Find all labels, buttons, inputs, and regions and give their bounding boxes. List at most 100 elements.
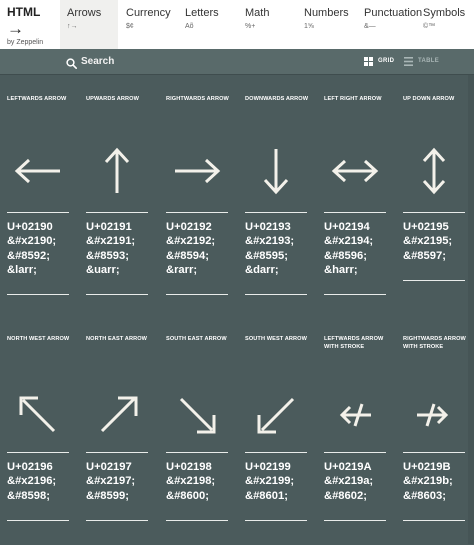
divider — [324, 294, 386, 295]
character-name: UPWARDS ARROW — [86, 96, 139, 102]
divider — [245, 294, 307, 295]
character-card[interactable]: DOWNWARDS ARROW U+02193 &#x2193; &#8595;… — [245, 95, 308, 305]
nav-currency[interactable]: Currency $¢ — [119, 0, 177, 49]
divider — [7, 212, 69, 213]
named-entity: &rarr; — [166, 263, 198, 276]
character-name: RIGHTWARDS ARROW WITH STROKE — [403, 336, 466, 350]
unicode-code: U+0219B — [403, 461, 451, 473]
unicode-code: U+02191 — [86, 221, 132, 233]
hex-entity: &#x2198; — [166, 475, 216, 488]
named-entity: &harr; — [324, 263, 358, 276]
hex-entity: &#x2194; — [324, 235, 374, 248]
character-name: LEFTWARDS ARROW — [7, 96, 67, 102]
nav-letters[interactable]: Letters Aõ — [178, 0, 236, 49]
character-card[interactable]: NORTH EAST ARROW U+02197 &#x2197; &#8599… — [86, 335, 148, 545]
rightwards-arrow-with-stroke-icon — [403, 385, 465, 437]
divider — [86, 212, 148, 213]
unicode-code: U+02198 — [166, 461, 212, 473]
decimal-entity: &#8592; — [7, 249, 50, 262]
character-card[interactable]: SOUTH EAST ARROW U+02198 &#x2198; &#8600… — [166, 335, 228, 545]
character-name: UP DOWN ARROW — [403, 96, 455, 102]
rightwards-arrow-icon — [166, 145, 228, 197]
decimal-entity: &#8597; — [403, 249, 446, 262]
nav-symbols[interactable]: Symbols ©™ — [416, 0, 474, 49]
upwards-arrow-icon — [86, 145, 148, 197]
grid-view-button[interactable]: GRID — [364, 57, 394, 75]
nav-sample: $¢ — [126, 23, 134, 30]
character-card[interactable]: NORTH WEST ARROW U+02196 &#x2196; &#8598… — [7, 335, 69, 545]
hex-entity: &#x2190; — [7, 235, 57, 248]
nav-label: Arrows — [67, 7, 102, 19]
divider — [7, 452, 69, 453]
unicode-code: U+02196 — [7, 461, 53, 473]
up-down-arrow-icon — [403, 145, 465, 197]
character-name: DOWNWARDS ARROW — [245, 96, 309, 102]
unicode-code: U+02192 — [166, 221, 212, 233]
divider — [324, 212, 386, 213]
character-card[interactable]: UPWARDS ARROW U+02191 &#x2191; &#8593; &… — [86, 95, 148, 305]
nav-sample: ↑→ — [67, 23, 78, 30]
character-name: LEFTWARDS ARROW WITH STROKE — [324, 336, 384, 350]
nav-label: Punctuation — [364, 7, 423, 19]
table-view-button[interactable]: TABLE — [404, 57, 439, 75]
unicode-code: U+02193 — [245, 221, 291, 233]
named-entity: &larr; — [7, 263, 37, 276]
table-icon — [404, 57, 413, 74]
character-name: NORTH WEST ARROW — [7, 336, 70, 342]
brand-byline: by Zeppelin — [7, 39, 44, 46]
character-card[interactable]: UP DOWN ARROW U+02195 &#x2195; &#8597; — [403, 95, 465, 305]
nav-arrows[interactable]: Arrows ↑→ — [60, 0, 118, 49]
unicode-code: U+02197 — [86, 461, 132, 473]
brand-title: HTML — [7, 5, 41, 19]
named-entity: &darr; — [245, 263, 279, 276]
nav-sample: &— — [364, 23, 376, 30]
nav-numbers[interactable]: Numbers 1⅝ — [297, 0, 355, 49]
hex-entity: &#x219b; — [403, 475, 453, 488]
decimal-entity: &#8602; — [324, 489, 367, 502]
character-card[interactable]: RIGHTWARDS ARROW WITH STROKE U+0219B &#x… — [403, 335, 466, 545]
nav-label: Symbols — [423, 7, 466, 19]
search-bar[interactable]: Search GRID TABLE — [0, 49, 474, 75]
character-name: RIGHTWARDS ARROW — [166, 96, 229, 102]
hex-entity: &#x2197; — [86, 475, 136, 488]
divider — [166, 212, 228, 213]
grid-label: GRID — [378, 58, 395, 64]
hex-entity: &#x2193; — [245, 235, 295, 248]
divider — [324, 520, 386, 521]
scrollbar-track[interactable] — [468, 75, 474, 544]
top-navigation: HTML → by Zeppelin Arrows ↑→ Currency $¢… — [0, 0, 474, 49]
divider — [403, 452, 465, 453]
decimal-entity: &#8598; — [7, 489, 50, 502]
unicode-code: U+02190 — [7, 221, 53, 233]
hex-entity: &#x2195; — [403, 235, 453, 248]
character-card[interactable]: LEFT RIGHT ARROW U+02194 &#x2194; &#8596… — [324, 95, 386, 305]
nav-label: Numbers — [304, 7, 349, 19]
decimal-entity: &#8600; — [166, 489, 209, 502]
search-input[interactable]: Search — [81, 55, 114, 68]
nav-math[interactable]: Math %+ — [238, 0, 296, 49]
north-west-arrow-icon — [7, 385, 69, 437]
decimal-entity: &#8594; — [166, 249, 209, 262]
decimal-entity: &#8603; — [403, 489, 446, 502]
table-label: TABLE — [418, 58, 440, 64]
unicode-code: U+02195 — [403, 221, 449, 233]
character-name: SOUTH WEST ARROW — [245, 336, 307, 342]
leftwards-arrow-icon — [7, 145, 69, 197]
hex-entity: &#x2192; — [166, 235, 216, 248]
nav-sample: ©™ — [423, 23, 436, 30]
character-card[interactable]: RIGHTWARDS ARROW U+02192 &#x2192; &#8594… — [166, 95, 229, 305]
search-icon[interactable] — [66, 56, 77, 74]
brand[interactable]: HTML → by Zeppelin — [7, 5, 55, 47]
divider — [7, 520, 69, 521]
divider — [86, 520, 148, 521]
unicode-code: U+02199 — [245, 461, 291, 473]
decimal-entity: &#8599; — [86, 489, 129, 502]
character-card[interactable]: LEFTWARDS ARROW WITH STROKE U+0219A &#x2… — [324, 335, 386, 545]
decimal-entity: &#8595; — [245, 249, 288, 262]
decimal-entity: &#8596; — [324, 249, 367, 262]
nav-punctuation[interactable]: Punctuation &— — [357, 0, 423, 49]
character-card[interactable]: SOUTH WEST ARROW U+02199 &#x2199; &#8601… — [245, 335, 307, 545]
leftwards-arrow-with-stroke-icon — [324, 385, 386, 437]
character-name: NORTH EAST ARROW — [86, 336, 148, 342]
character-card[interactable]: LEFTWARDS ARROW U+02190 &#x2190; &#8592;… — [7, 95, 69, 305]
